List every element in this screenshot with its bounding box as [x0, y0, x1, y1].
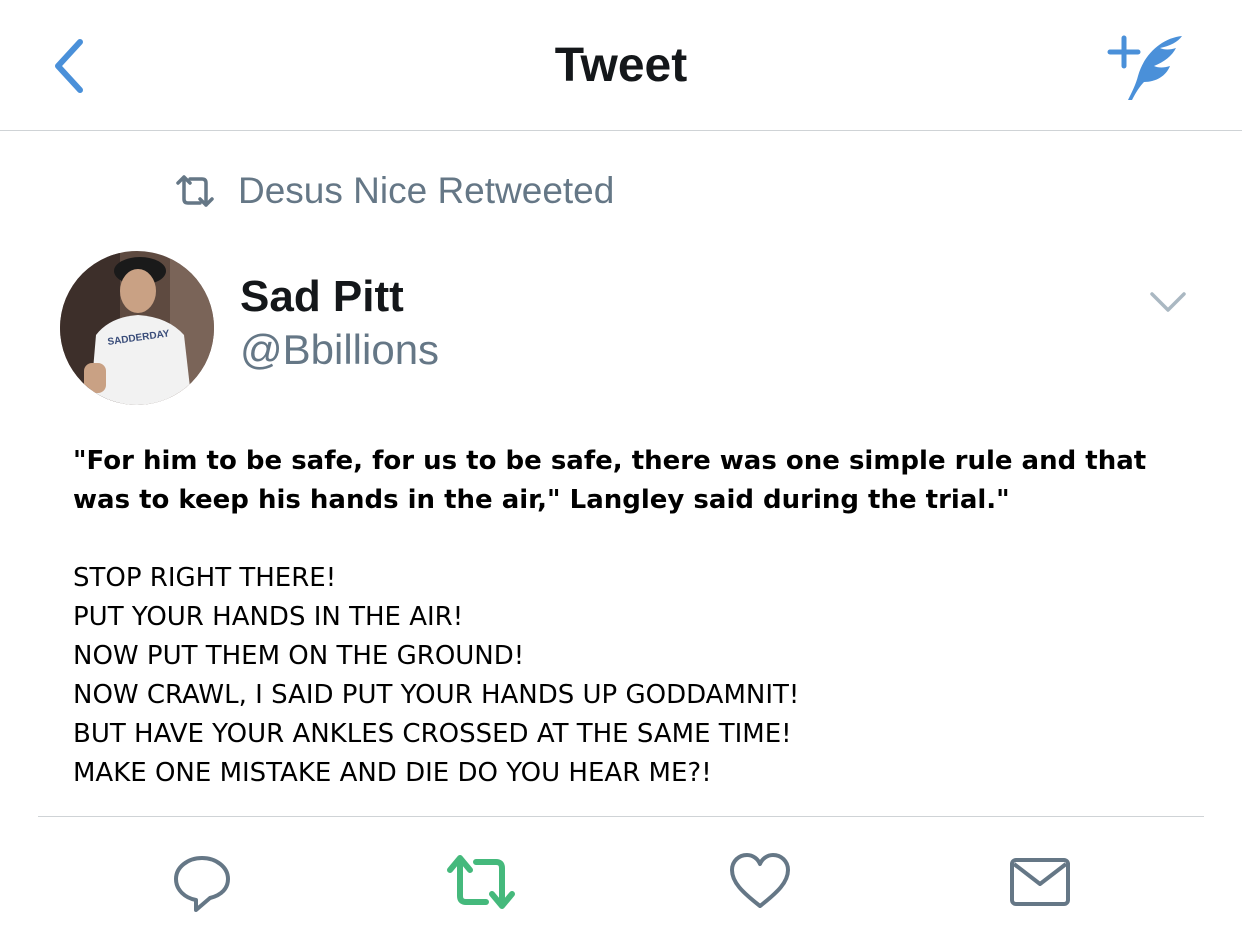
retweet-context-label: Desus Nice Retweeted: [238, 170, 615, 211]
tweet-line: NOW PUT THEM ON THE GROUND!: [73, 641, 525, 671]
reply-button[interactable]: [170, 850, 234, 914]
compose-tweet-icon: [1107, 35, 1182, 100]
author-handle[interactable]: @Bbillions: [240, 326, 439, 374]
retweet-button[interactable]: [446, 850, 515, 914]
retweet-icon: [176, 175, 214, 207]
tweet-line: NOW CRAWL, I SAID PUT YOUR HANDS UP GODD…: [73, 680, 800, 710]
tweet-line: MAKE ONE MISTAKE AND DIE DO YOU HEAR ME?…: [73, 758, 712, 788]
retweet-icon: [447, 855, 515, 909]
like-button[interactable]: [728, 850, 792, 914]
divider: [38, 816, 1204, 817]
author-name[interactable]: Sad Pitt: [240, 272, 404, 322]
page-title: Tweet: [554, 39, 688, 92]
tweet-quote: "For him to be safe, for us to be safe, …: [73, 446, 1147, 515]
envelope-icon: [1010, 858, 1070, 906]
avatar-image: SADDERDAY: [60, 251, 214, 405]
tweet-menu-button[interactable]: [1148, 288, 1188, 318]
reply-icon: [174, 856, 230, 912]
compose-tweet-button[interactable]: [1104, 32, 1188, 104]
direct-message-button[interactable]: [1008, 850, 1072, 914]
chevron-down-icon: [1150, 292, 1186, 312]
tweet-line: BUT HAVE YOUR ANKLES CROSSED AT THE SAME…: [73, 719, 792, 749]
tweet-line: STOP RIGHT THERE!: [73, 563, 337, 593]
tweet-text: "For him to be safe, for us to be safe, …: [73, 442, 1193, 793]
heart-icon: [730, 853, 790, 908]
tweet-line: PUT YOUR HANDS IN THE AIR!: [73, 602, 464, 632]
avatar[interactable]: SADDERDAY: [60, 251, 214, 405]
nav-header: Tweet: [0, 0, 1242, 131]
retweet-context[interactable]: Desus Nice Retweeted: [174, 166, 614, 216]
